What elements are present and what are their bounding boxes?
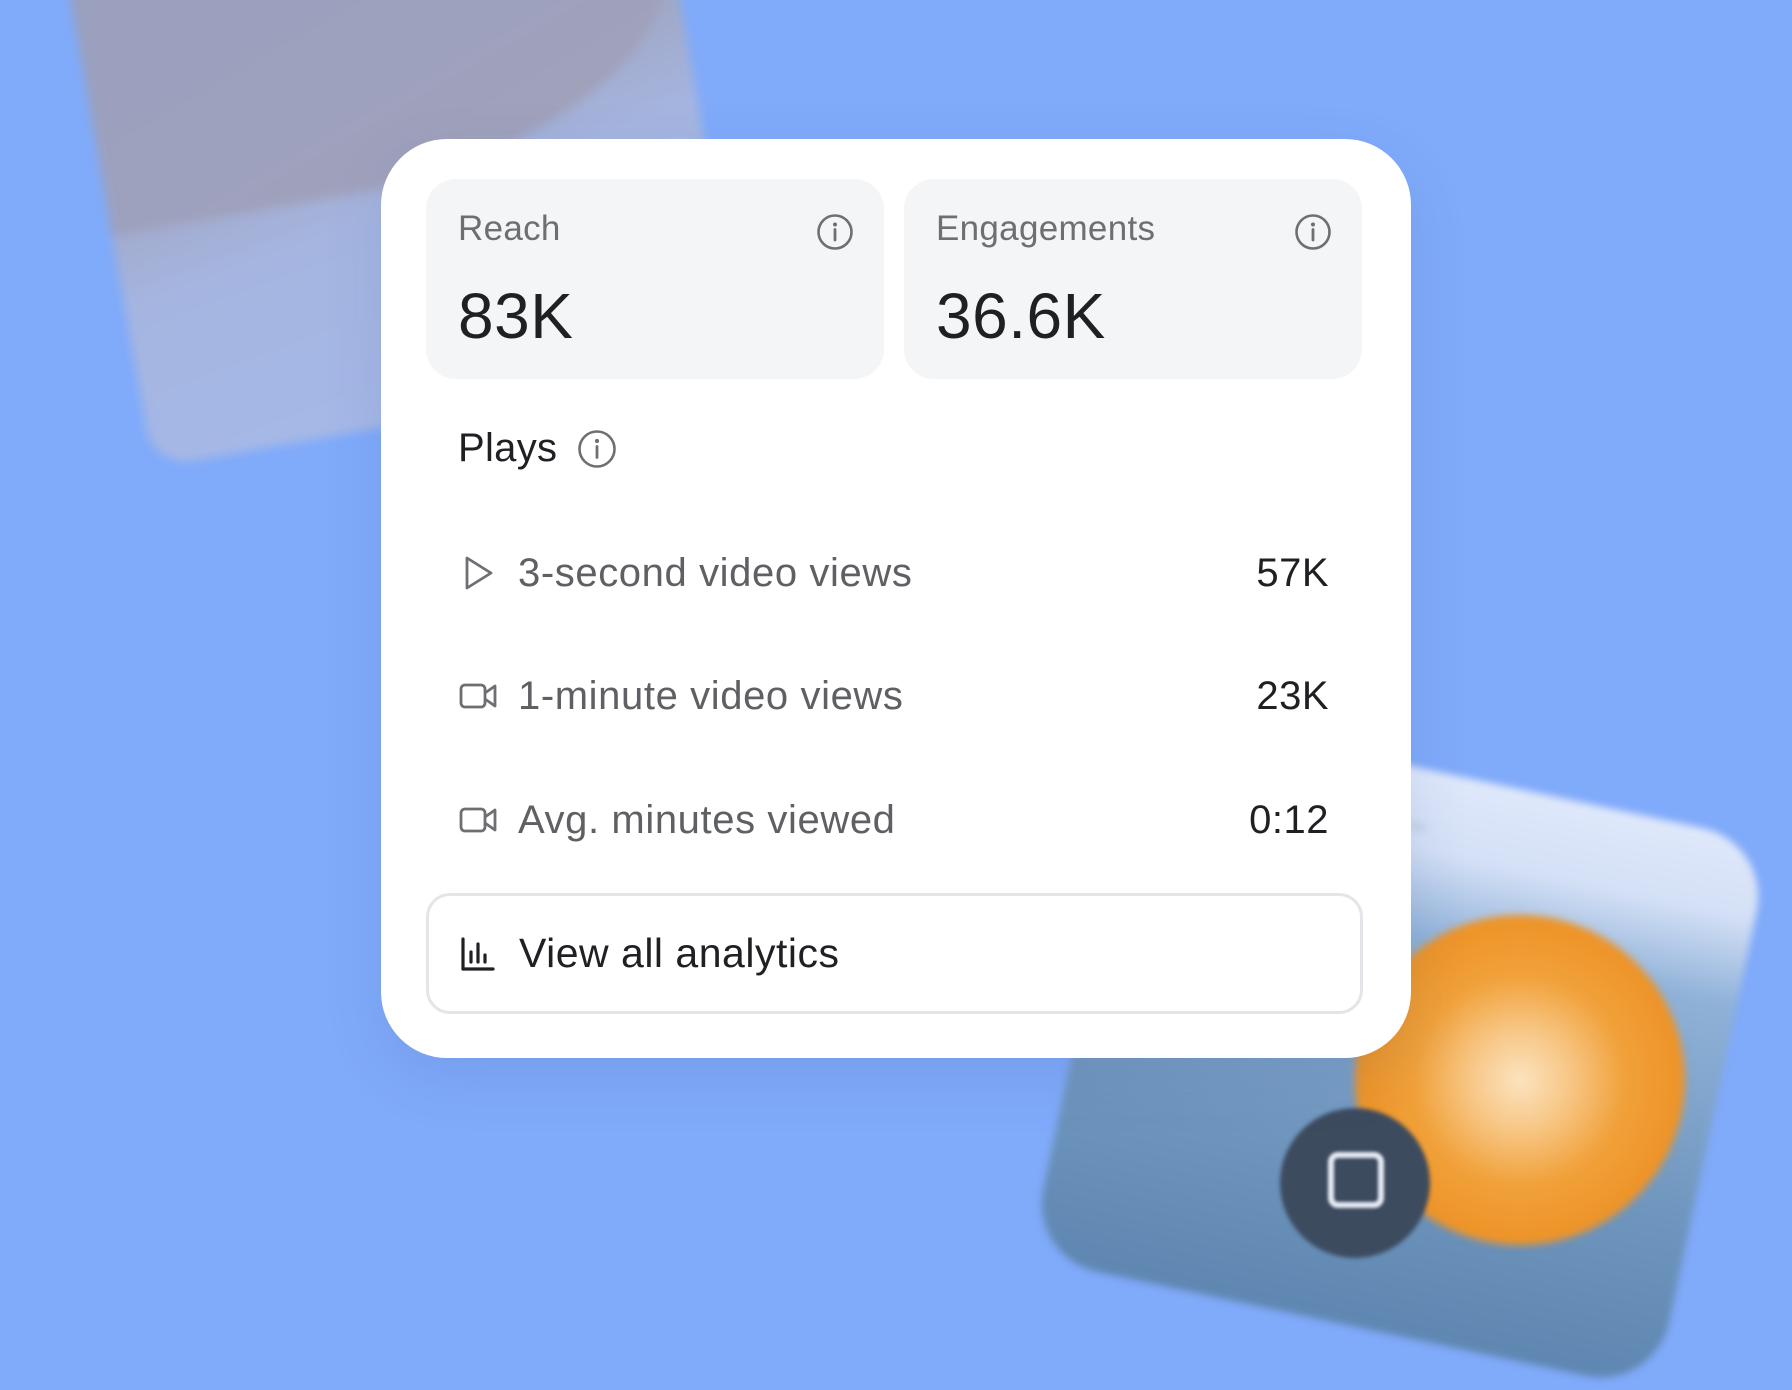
- metric-label: Avg. minutes viewed: [518, 797, 896, 842]
- metric-value: 23K: [1256, 673, 1329, 718]
- view-all-analytics-label: View all analytics: [519, 930, 840, 976]
- reach-value: 83K: [458, 280, 574, 352]
- metric-label: 3-second video views: [518, 550, 913, 595]
- analytics-card: Reach 83K Engagements 36.6K Plays 3-seco…: [381, 139, 1411, 1058]
- metric-value: 57K: [1256, 550, 1329, 595]
- plays-title: Plays: [458, 426, 558, 470]
- engagements-value: 36.6K: [936, 280, 1106, 352]
- info-icon[interactable]: [577, 429, 617, 469]
- background-round-button-icon: [1328, 1152, 1384, 1208]
- reach-tile: Reach 83K: [426, 179, 884, 379]
- view-all-analytics-button[interactable]: View all analytics: [426, 893, 1363, 1014]
- plays-heading: Plays: [458, 426, 617, 471]
- engagements-tile: Engagements 36.6K: [904, 179, 1362, 379]
- metric-row-3-second-views: 3-second video views 57K: [458, 543, 1329, 603]
- metric-row-avg-minutes-viewed: Avg. minutes viewed 0:12: [458, 790, 1329, 850]
- info-icon[interactable]: [816, 213, 854, 251]
- video-camera-icon: [459, 807, 497, 833]
- bar-chart-icon: [461, 936, 495, 971]
- metric-label: 1-minute video views: [518, 673, 904, 718]
- metric-row-1-minute-views: 1-minute video views 23K: [458, 666, 1329, 726]
- video-camera-icon: [459, 683, 497, 709]
- metric-value: 0:12: [1249, 797, 1329, 842]
- play-icon: [465, 556, 493, 590]
- engagements-label: Engagements: [936, 209, 1156, 248]
- reach-label: Reach: [458, 209, 561, 248]
- info-icon[interactable]: [1294, 213, 1332, 251]
